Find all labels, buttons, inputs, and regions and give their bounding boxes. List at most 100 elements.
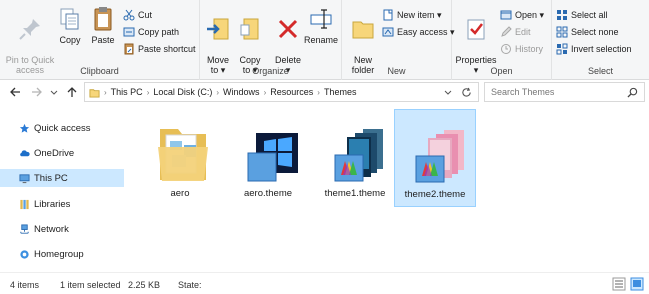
computer-icon <box>19 173 30 183</box>
breadcrumb-separator: › <box>317 87 320 97</box>
file-name: aero.theme <box>243 188 293 199</box>
back-arrow-icon[interactable] <box>9 86 21 98</box>
history-button[interactable]: History <box>500 42 543 56</box>
address-row: › This PC › Local Disk (C:) › Windows › … <box>0 80 649 104</box>
select-all-icon <box>557 10 567 20</box>
rename-icon <box>310 9 332 29</box>
cut-button[interactable]: Cut <box>123 8 152 22</box>
nav-item-quick-access[interactable]: Quick access <box>0 119 124 137</box>
address-bar[interactable]: › This PC › Local Disk (C:) › Windows › … <box>84 82 479 102</box>
breadcrumb-separator: › <box>146 87 150 97</box>
invert-selection-icon <box>556 43 568 55</box>
copy-path-button[interactable]: Copy path <box>123 25 179 39</box>
clipboard-group-label: Clipboard <box>80 66 119 76</box>
new-folder-button[interactable]: New folder <box>348 6 378 75</box>
file-item-aero[interactable]: aero <box>139 109 221 207</box>
folder-icon <box>89 88 100 98</box>
breadcrumb-local-disk[interactable]: Local Disk (C:) <box>153 87 212 97</box>
file-item-theme2[interactable]: theme2.theme <box>394 109 476 207</box>
status-size: 2.25 KB <box>128 280 161 290</box>
search-input[interactable]: Search Themes <box>484 82 645 102</box>
paste-shortcut-icon <box>124 43 134 55</box>
open-group-label: Open <box>490 66 513 76</box>
move-to-button[interactable]: Move to ▾ <box>203 6 233 75</box>
pencil-icon <box>501 26 512 37</box>
star-icon <box>19 123 30 133</box>
copy-to-icon <box>240 18 259 40</box>
file-list: aero aero.theme theme1.theme theme2.them… <box>124 104 649 272</box>
new-group: New folder New item ▾ Easy access ▾ New <box>342 0 455 80</box>
paste-shortcut-button[interactable]: Paste shortcut <box>123 42 196 56</box>
refresh-icon[interactable] <box>461 87 472 98</box>
forward-arrow-icon[interactable] <box>31 86 43 98</box>
file-name: aero <box>170 188 190 199</box>
breadcrumb-separator: › <box>216 87 220 97</box>
nav-item-homegroup[interactable]: Homegroup <box>0 245 124 263</box>
breadcrumb-themes[interactable]: Themes <box>324 87 357 97</box>
search-icon[interactable] <box>627 87 638 98</box>
move-to-icon <box>207 18 229 40</box>
breadcrumb-separator: › <box>263 87 267 97</box>
network-icon <box>20 223 29 234</box>
rename-button[interactable]: Rename <box>304 6 338 45</box>
select-all-button[interactable]: Select all <box>556 8 608 22</box>
pin-icon <box>19 19 40 40</box>
cloud-icon <box>20 149 30 156</box>
status-item-count: 4 items <box>10 280 40 290</box>
scissors-icon <box>123 9 135 21</box>
properties-button[interactable]: Properties ▾ <box>455 6 497 75</box>
status-bar: 4 items 1 item selected 2.25 KB State: <box>0 272 649 294</box>
open-icon <box>500 10 512 20</box>
select-group: Select all Select none Invert selection … <box>552 0 649 80</box>
nav-item-network[interactable]: Network <box>0 220 124 238</box>
easy-access-button[interactable]: Easy access ▾ <box>382 25 455 39</box>
clipboard-icon <box>94 7 112 31</box>
organize-group: Move to ▾ Copy to ▾ Delete ▾ Rename Orga… <box>200 0 342 80</box>
large-icons-view-icon[interactable] <box>630 277 644 291</box>
new-item-button[interactable]: New item ▾ <box>382 8 442 22</box>
copy-icon <box>60 8 79 30</box>
new-folder-icon <box>352 21 374 39</box>
file-item-aero-theme[interactable]: aero.theme <box>227 109 309 207</box>
select-none-icon <box>556 26 568 38</box>
nav-item-libraries[interactable]: Libraries <box>0 195 124 213</box>
clipboard-group: Pin to Quick access Copy Paste Cut Copy … <box>0 0 200 80</box>
paste-button[interactable]: Paste <box>88 6 118 45</box>
theme-pack-icon <box>415 130 464 183</box>
organize-group-label: Organize <box>252 66 289 76</box>
invert-selection-button[interactable]: Invert selection <box>556 42 632 56</box>
ribbon: Pin to Quick access Copy Paste Cut Copy … <box>0 0 649 80</box>
status-state: State: <box>178 280 202 290</box>
navigation-pane: Quick access OneDrive This PC Libraries … <box>0 104 124 272</box>
nav-item-this-pc[interactable]: This PC <box>0 169 124 187</box>
search-placeholder: Search Themes <box>491 87 555 97</box>
library-icon <box>20 199 29 209</box>
breadcrumb-windows[interactable]: Windows <box>223 87 260 97</box>
windows-theme-icon <box>247 133 298 182</box>
file-name: theme1.theme <box>324 188 386 199</box>
copy-button[interactable]: Copy <box>56 6 84 45</box>
new-group-label: New <box>387 66 406 76</box>
up-arrow-icon[interactable] <box>66 86 78 98</box>
address-dropdown-chevron-icon[interactable] <box>444 89 452 97</box>
breadcrumb-resources[interactable]: Resources <box>270 87 313 97</box>
copy-to-button[interactable]: Copy to ▾ <box>236 6 264 75</box>
delete-button[interactable]: Delete ▾ <box>274 6 302 75</box>
nav-item-onedrive[interactable]: OneDrive <box>0 144 124 162</box>
select-group-label: Select <box>587 66 613 76</box>
history-icon <box>501 44 511 54</box>
recent-locations-chevron-icon[interactable] <box>50 86 58 98</box>
properties-check-icon <box>467 19 485 40</box>
pin-to-quick-access-button[interactable]: Pin to Quick access <box>4 6 56 75</box>
file-item-theme1[interactable]: theme1.theme <box>314 109 396 207</box>
edit-button[interactable]: Edit <box>500 25 531 39</box>
open-button[interactable]: Open ▾ <box>500 8 544 22</box>
new-item-icon <box>383 9 393 21</box>
delete-x-icon <box>278 19 298 39</box>
breadcrumb-this-pc[interactable]: This PC <box>111 87 143 97</box>
open-group: Properties ▾ Open ▾ Edit History Open <box>452 0 552 80</box>
theme-pack-icon <box>334 129 383 182</box>
breadcrumb-separator: › <box>104 87 107 97</box>
details-view-icon[interactable] <box>612 277 626 291</box>
select-none-button[interactable]: Select none <box>556 25 619 39</box>
